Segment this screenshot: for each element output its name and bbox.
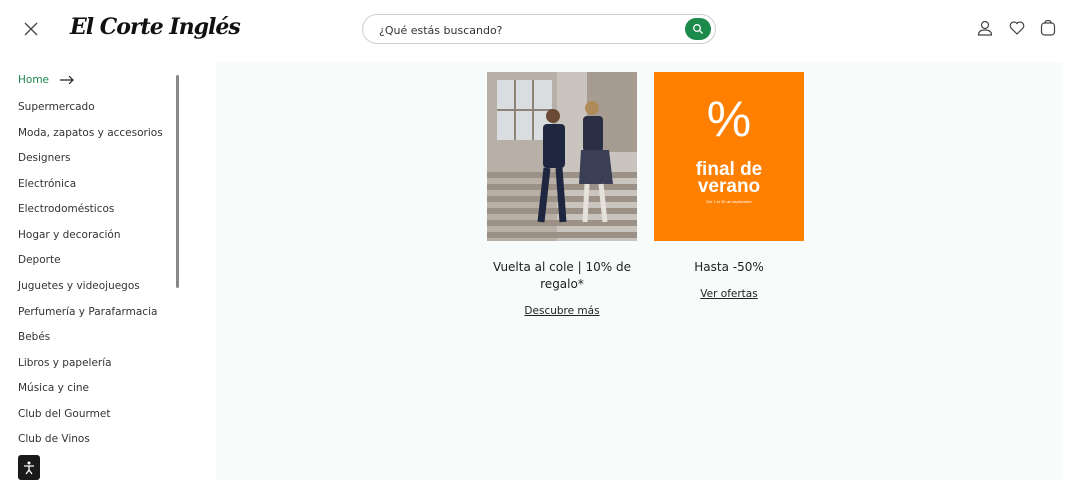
sidebar-item-club-gourmet[interactable]: Club del Gourmet: [18, 408, 110, 420]
percent-symbol: %: [706, 91, 752, 147]
sidebar-item-libros[interactable]: Libros y papelería: [18, 357, 112, 369]
search-button[interactable]: [685, 18, 711, 40]
final-de-verano-image[interactable]: % final de verano Del 1 al 30 de septiem…: [654, 72, 804, 241]
sidebar-item-perfumeria[interactable]: Perfumería y Parafarmacia: [18, 306, 157, 318]
arrow-right-icon: [60, 75, 74, 85]
promo-card-vuelta-al-cole: Vuelta al cole | 10% de regalo* Descubre…: [487, 72, 637, 318]
search-icon: [693, 24, 703, 34]
promo-dates: Del 1 al 30 de septiembre: [706, 199, 752, 204]
sidebar-item-musica[interactable]: Música y cine: [18, 382, 89, 394]
accessibility-button[interactable]: [18, 455, 40, 480]
heart-icon[interactable]: [1008, 19, 1026, 37]
search-bar: [362, 14, 716, 44]
ver-ofertas-link[interactable]: Ver ofertas: [700, 288, 757, 300]
bag-icon[interactable]: [1039, 19, 1057, 37]
logo[interactable]: El Corte Inglés: [70, 14, 241, 40]
sidebar: Home Supermercado Moda, zapatos y acceso…: [0, 66, 190, 456]
sidebar-item-hogar[interactable]: Hogar y decoración: [18, 229, 120, 241]
sidebar-item-bebes[interactable]: Bebés: [18, 331, 50, 343]
sidebar-item-electrodomesticos[interactable]: Electrodomésticos: [18, 203, 114, 215]
search-input[interactable]: [379, 21, 669, 39]
header: El Corte Inglés: [0, 0, 1080, 60]
sidebar-item-electronica[interactable]: Electrónica: [18, 178, 76, 190]
sidebar-item-supermercado[interactable]: Supermercado: [18, 101, 95, 113]
sidebar-item-deporte[interactable]: Deporte: [18, 254, 61, 266]
card-title: Vuelta al cole | 10% de regalo*: [493, 260, 631, 291]
main-content: Vuelta al cole | 10% de regalo* Descubre…: [216, 62, 1062, 480]
promo-line-2: verano: [697, 176, 761, 197]
sidebar-item-juguetes[interactable]: Juguetes y videojuegos: [18, 280, 140, 292]
accessibility-icon: [24, 461, 34, 475]
sidebar-item-club-vinos[interactable]: Club de Vinos: [18, 433, 90, 445]
close-icon[interactable]: [22, 20, 40, 38]
back-to-school-image[interactable]: [487, 72, 637, 241]
sidebar-item-designers[interactable]: Designers: [18, 152, 71, 164]
user-icon[interactable]: [976, 19, 994, 37]
descubre-mas-link[interactable]: Descubre más: [524, 305, 599, 317]
card-title: Hasta -50%: [694, 260, 764, 274]
promo-card-final-de-verano: % final de verano Del 1 al 30 de septiem…: [654, 72, 804, 301]
sidebar-item-moda[interactable]: Moda, zapatos y accesorios: [18, 127, 163, 139]
sidebar-item-home[interactable]: Home: [18, 74, 75, 86]
sidebar-scrollbar[interactable]: [176, 75, 179, 288]
